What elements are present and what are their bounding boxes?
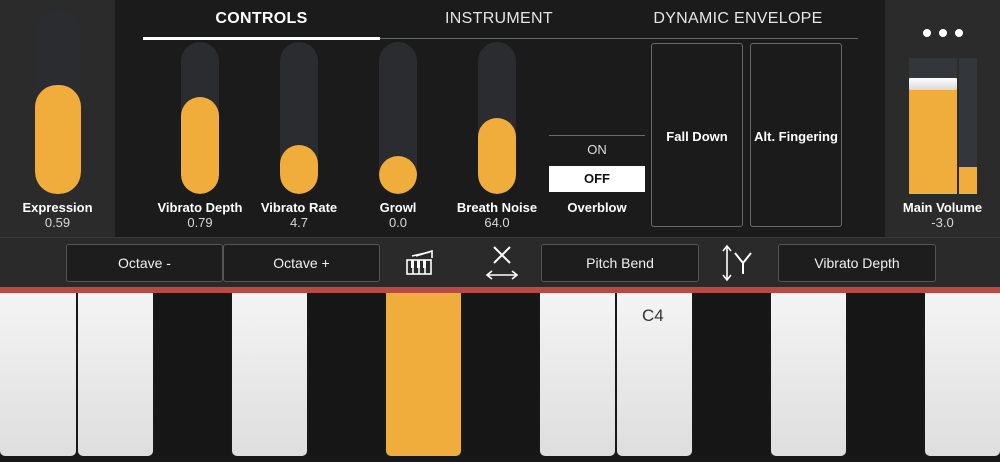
expression-value: 0.59	[44, 215, 71, 230]
vibrato-depth-value: 0.79	[187, 215, 213, 230]
piano-key-black[interactable]	[848, 293, 923, 456]
expression-slider-fill	[35, 85, 81, 194]
piano-key-white[interactable]	[540, 293, 615, 456]
overblow-label: Overblow	[567, 200, 627, 215]
tab-dynamic-envelope[interactable]: DYNAMIC ENVELOPE	[618, 10, 858, 36]
piano-key-black[interactable]	[309, 293, 384, 456]
piano-key-black[interactable]	[463, 293, 538, 456]
breath-noise-fill	[478, 118, 516, 194]
main-volume-fill	[909, 78, 957, 194]
c4-label: C4	[642, 306, 664, 325]
piano-key-black[interactable]	[694, 293, 769, 456]
fall-down-label: Fall Down	[666, 129, 728, 144]
expression-label: Expression	[22, 200, 93, 215]
expression-panel: Expression 0.59	[0, 0, 115, 237]
octave-minus-button[interactable]: Octave -	[66, 244, 223, 282]
vibrato-depth-label: Vibrato Depth	[157, 200, 243, 215]
vibrato-depth-fill	[181, 96, 219, 194]
alt-fingering-button[interactable]: Alt. Fingering	[750, 43, 842, 227]
y-axis-icon	[720, 244, 756, 282]
growl-fill	[379, 156, 417, 194]
vibrato-rate-track[interactable]	[280, 42, 318, 194]
piano-key-white[interactable]	[771, 293, 846, 456]
tab-instrument[interactable]: INSTRUMENT	[380, 10, 618, 36]
piano-key-white[interactable]	[232, 293, 307, 456]
breath-noise-label: Breath Noise	[456, 200, 538, 215]
main-volume-slider[interactable]	[909, 58, 957, 194]
controls-area: CONTROLS INSTRUMENT DYNAMIC ENVELOPE Vib…	[115, 0, 885, 237]
growl-track[interactable]	[379, 42, 417, 194]
tab-controls[interactable]: CONTROLS	[143, 10, 380, 36]
main-volume-label: Main Volume	[902, 200, 983, 215]
main-volume-panel: Main Volume -3.0	[885, 0, 1000, 237]
expression-slider[interactable]	[35, 10, 81, 194]
breath-noise-value: 64.0	[484, 215, 510, 230]
growl-label: Growl	[379, 200, 417, 215]
overblow-off-option[interactable]: OFF	[549, 166, 645, 192]
fall-down-button[interactable]: Fall Down	[651, 43, 743, 227]
main-volume-value: -3.0	[931, 215, 954, 230]
vibrato-depth-track[interactable]	[181, 42, 219, 194]
main-volume-thumb[interactable]	[909, 78, 957, 91]
overblow-divider	[549, 135, 645, 136]
x-axis-assign-button[interactable]: Pitch Bend	[541, 244, 699, 282]
octave-plus-button[interactable]: Octave +	[223, 244, 380, 282]
breath-noise-track[interactable]	[478, 42, 516, 194]
x-axis-icon	[485, 244, 519, 282]
level-meter	[959, 58, 977, 194]
piano-keyboard: C4	[0, 293, 1000, 462]
piano-key-white[interactable]	[0, 293, 76, 456]
level-meter-fill	[959, 166, 977, 194]
piano-key-c4[interactable]: C4	[617, 293, 692, 456]
keyboard-layout-icon[interactable]	[404, 248, 434, 278]
y-axis-assign-button[interactable]: Vibrato Depth	[778, 244, 936, 282]
more-dots-icon[interactable]	[921, 26, 965, 42]
piano-key-white[interactable]	[78, 293, 153, 456]
tab-active-indicator	[143, 37, 380, 40]
piano-key-white[interactable]	[925, 293, 1000, 456]
vibrato-rate-value: 4.7	[289, 215, 309, 230]
keyboard-toolbar: Octave - Octave + Pitch Bend Vibrato Dep…	[0, 237, 1000, 288]
piano-key-black[interactable]	[155, 293, 230, 456]
piano-key-white-active[interactable]	[386, 293, 461, 456]
alt-fingering-label: Alt. Fingering	[754, 129, 838, 144]
overblow-on-option[interactable]: ON	[549, 137, 645, 163]
growl-value: 0.0	[388, 215, 408, 230]
vibrato-rate-label: Vibrato Rate	[260, 200, 338, 215]
vibrato-rate-fill	[280, 145, 318, 194]
